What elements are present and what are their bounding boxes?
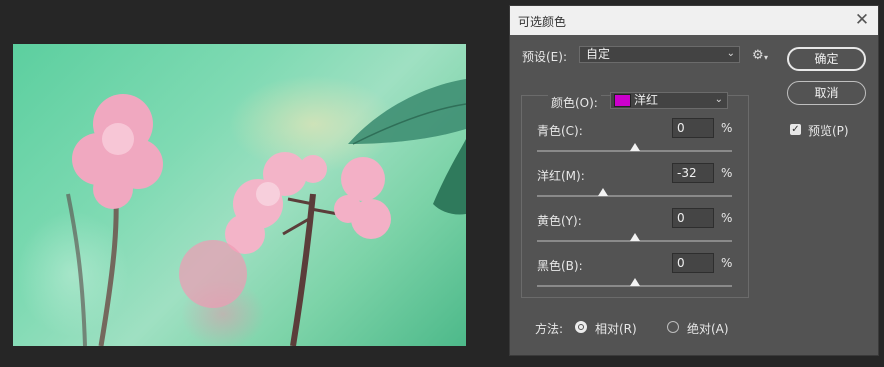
method-label: 方法: (535, 322, 564, 336)
colors-select[interactable]: 洋红 ⌄ (610, 92, 728, 109)
close-icon[interactable]: ✕ (852, 10, 872, 30)
ok-button[interactable]: 确定 (787, 47, 866, 71)
colors-label: 颜色(O): (548, 94, 601, 111)
chevron-down-icon: ⌄ (726, 48, 735, 59)
colors-value: 洋红 (634, 93, 659, 107)
slider-value-input[interactable]: 0 (672, 208, 714, 228)
gear-icon[interactable]: ⚙ (752, 48, 764, 63)
preset-select[interactable]: 自定 ⌄ (579, 46, 740, 63)
preview-label: 预览(P) (808, 124, 849, 138)
slider-label: 青色(C): (537, 124, 583, 138)
percent-unit: % (721, 121, 733, 135)
slider-value-input[interactable]: 0 (672, 118, 714, 138)
colors-group: 颜色(O): 洋红 ⌄ 青色(C): 0% 洋红(M): -32% 黄色(Y): 0% 黑色… (521, 92, 749, 298)
slider-label: 黑色(B): (537, 259, 583, 273)
color-swatch (614, 94, 631, 107)
preset-value: 自定 (586, 47, 611, 61)
method-relative-label: 相对(R) (595, 322, 637, 336)
percent-unit: % (721, 166, 733, 180)
slider-value-input[interactable]: -32 (672, 163, 714, 183)
slider-track[interactable] (537, 195, 732, 197)
method-absolute-radio[interactable] (667, 321, 679, 333)
preview-checkbox[interactable]: ✓ (790, 124, 801, 135)
cancel-button[interactable]: 取消 (787, 81, 866, 105)
chevron-down-icon: ⌄ (714, 94, 723, 105)
slider-label: 洋红(M): (537, 169, 585, 183)
slider-label: 黄色(Y): (537, 214, 582, 228)
method-absolute-label: 绝对(A) (687, 322, 729, 336)
dialog-title: 可选颜色 (518, 15, 567, 29)
selective-color-dialog: 可选颜色 ✕ 预设(E): 自定 ⌄ ⚙ ▾ 确定 取消 ✓ 预览(P) 颜色(… (509, 5, 879, 356)
image-canvas (13, 44, 466, 346)
flower-photo (66, 79, 466, 346)
slider-thumb[interactable] (629, 143, 640, 151)
slider-value-input[interactable]: 0 (672, 253, 714, 273)
percent-unit: % (721, 211, 733, 225)
dialog-titlebar: 可选颜色 ✕ (510, 6, 878, 35)
method-relative-radio[interactable] (575, 321, 587, 333)
percent-unit: % (721, 256, 733, 270)
chevron-down-icon[interactable]: ▾ (764, 53, 768, 62)
slider-thumb[interactable] (629, 233, 640, 241)
preset-label: 预设(E): (522, 50, 567, 64)
slider-thumb[interactable] (629, 278, 640, 286)
slider-thumb[interactable] (598, 188, 609, 196)
